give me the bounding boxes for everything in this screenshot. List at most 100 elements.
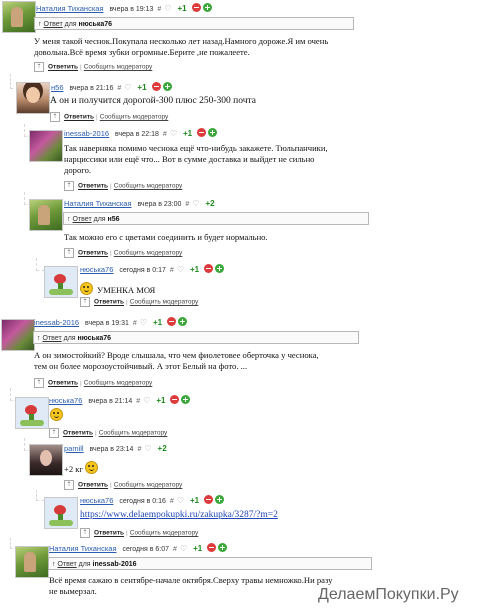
heart-icon[interactable]: ♡ (143, 396, 150, 405)
anchor-icon[interactable]: ⇡ (64, 181, 74, 191)
anchor-icon[interactable]: ⇡ (80, 528, 90, 538)
reply-link[interactable]: Ответить (48, 64, 78, 71)
avatar[interactable] (2, 1, 36, 33)
report-moderator-link[interactable]: Сообщить модератору (100, 114, 169, 121)
vote-up-icon[interactable] (208, 128, 218, 137)
report-moderator-link[interactable]: Сообщить модератору (84, 380, 153, 387)
permalink[interactable]: # (133, 320, 137, 327)
timestamp: вчера в 23:00 (137, 201, 182, 208)
report-moderator-link[interactable]: Сообщить модератору (114, 482, 183, 489)
avatar[interactable] (15, 546, 49, 578)
avatar[interactable] (44, 266, 78, 298)
avatar[interactable] (29, 199, 63, 231)
heart-icon[interactable]: ♡ (180, 544, 187, 553)
anchor-icon[interactable]: ⇡ (64, 480, 74, 490)
avatar[interactable] (16, 82, 50, 114)
heart-icon[interactable]: ♡ (170, 129, 177, 138)
vote-down-icon[interactable] (197, 128, 207, 137)
author-link[interactable]: Наталия Тиханская (36, 4, 104, 13)
anchor-icon[interactable]: ⇡ (64, 248, 74, 258)
author-link[interactable]: Наталия Тиханская (49, 544, 117, 553)
comment-meta: Наталия Тиханская вчера в 19:13 # ♡ +1 (36, 3, 212, 15)
reply-link[interactable]: Ответить (94, 299, 124, 306)
anchor-icon[interactable]: ⇡ (49, 428, 59, 438)
permalink[interactable]: # (173, 546, 177, 553)
permalink[interactable]: # (157, 6, 161, 13)
vote-down-icon[interactable] (204, 495, 214, 504)
author-link[interactable]: pamill (64, 444, 84, 453)
heart-icon[interactable]: ♡ (164, 4, 171, 13)
vote-down-icon[interactable] (204, 264, 214, 273)
vote-down-icon[interactable] (191, 3, 201, 12)
permalink[interactable]: # (163, 131, 167, 138)
anchor-icon[interactable]: ⇡ (50, 112, 60, 122)
reply-link[interactable]: Ответить (64, 114, 94, 121)
permalink[interactable]: # (136, 398, 140, 405)
reply-link[interactable]: Ответить (78, 250, 108, 257)
vote-up-icon[interactable] (178, 317, 188, 326)
timestamp: сегодня в 0:17 (119, 267, 166, 274)
product-link[interactable]: https://www.delaempokupki.ru/zakupka/328… (80, 510, 278, 520)
reply-link[interactable]: Ответить (48, 380, 78, 387)
vote-up-icon[interactable] (218, 543, 228, 552)
report-moderator-link[interactable]: Сообщить модератору (130, 530, 199, 537)
comment-text: А он зимостойкий? Вроде слышала, что чем… (34, 350, 319, 371)
author-link[interactable]: Наталия Тиханская (64, 199, 132, 208)
comment-actions: ⇡ Ответить | Сообщить модератору (34, 62, 152, 73)
reply-to-label[interactable]: Ответ (44, 21, 63, 28)
comment-text: УМЕНКА МОЯ (80, 282, 480, 296)
vote-up-icon[interactable] (215, 495, 225, 504)
author-link[interactable]: inessab-2016 (64, 129, 109, 138)
comment-actions: ⇡ Ответить | Сообщить модератору (64, 248, 182, 259)
report-moderator-link[interactable]: Сообщить модератору (114, 250, 183, 257)
comment-actions: ⇡ Ответить | Сообщить модератору (80, 528, 198, 539)
avatar[interactable] (15, 397, 49, 429)
permalink[interactable]: # (117, 85, 121, 92)
author-link[interactable]: нюська76 (80, 265, 113, 274)
reply-link[interactable]: Ответить (78, 482, 108, 489)
heart-icon[interactable]: ♡ (177, 265, 184, 274)
vote-up-icon[interactable] (215, 264, 225, 273)
avatar[interactable] (29, 444, 63, 476)
permalink[interactable]: # (170, 498, 174, 505)
anchor-icon[interactable]: ⇡ (34, 378, 44, 388)
permalink[interactable]: # (137, 446, 141, 453)
vote-up-icon[interactable] (181, 395, 191, 404)
heart-icon[interactable]: ♡ (140, 318, 147, 327)
author-link[interactable]: нюська76 (80, 496, 113, 505)
anchor-icon[interactable]: ⇡ (80, 297, 90, 307)
heart-icon[interactable]: ♡ (144, 444, 151, 453)
author-link[interactable]: н56 (51, 83, 63, 92)
avatar[interactable] (44, 497, 78, 529)
heart-icon[interactable]: ♡ (124, 83, 131, 92)
heart-icon[interactable]: ♡ (177, 496, 184, 505)
vote-down-icon[interactable] (170, 395, 180, 404)
report-moderator-link[interactable]: Сообщить модератору (99, 430, 168, 437)
report-moderator-link[interactable]: Сообщить модератору (130, 299, 199, 306)
avatar[interactable] (29, 130, 63, 162)
vote-down-icon[interactable] (167, 317, 177, 326)
permalink[interactable]: # (185, 201, 189, 208)
reply-link[interactable]: Ответить (94, 530, 124, 537)
comment-meta: inessab-2016 вчера в 19:31 # ♡ +1 (34, 317, 188, 329)
report-moderator-link[interactable]: Сообщить модератору (114, 183, 183, 190)
site-watermark: ДелаемПокупки.Ру (318, 586, 459, 603)
reply-to-label[interactable]: Ответ (58, 561, 77, 568)
reply-link[interactable]: Ответить (63, 430, 93, 437)
vote-up-icon[interactable] (162, 82, 172, 91)
vote-down-icon[interactable] (151, 82, 161, 91)
vote-down-icon[interactable] (207, 543, 217, 552)
reply-link[interactable]: Ответить (78, 183, 108, 190)
rating-score: +1 (182, 129, 193, 138)
avatar[interactable] (1, 319, 35, 351)
report-moderator-link[interactable]: Сообщить модератору (84, 64, 153, 71)
permalink[interactable]: # (170, 267, 174, 274)
anchor-icon[interactable]: ⇡ (34, 62, 44, 72)
reply-arrow-icon: ↑ (67, 216, 71, 223)
heart-icon[interactable]: ♡ (192, 199, 199, 208)
reply-to-label[interactable]: Ответ (73, 216, 92, 223)
author-link[interactable]: inessab-2016 (34, 318, 79, 327)
reply-to-label[interactable]: Ответ (43, 335, 62, 342)
author-link[interactable]: нюська76 (49, 396, 82, 405)
vote-up-icon[interactable] (202, 3, 212, 12)
